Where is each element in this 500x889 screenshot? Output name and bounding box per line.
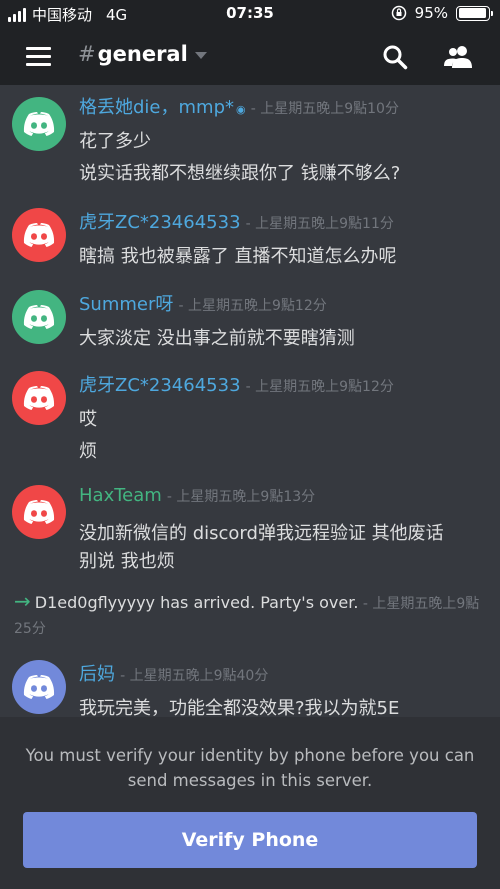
channel-name: general [97,42,188,66]
message-meta: 后妈 - 上星期五晚上9點40分 [79,664,269,685]
username[interactable]: 后妈 [79,664,115,685]
message-text: 说实话我都不想继续跟你了 钱赚不够么? [79,163,401,184]
timestamp: 上星期五晚上9點40分 [129,668,269,684]
battery-percent: 95% [414,4,448,22]
battery-fill [458,8,487,18]
username[interactable]: Summer呀 [79,294,173,315]
channel-title[interactable]: # general [78,42,207,66]
message-meta: 格丢她die，mmp* ◉ - 上星期五晚上9點10分 [79,97,399,118]
discord-logo-icon [23,112,55,136]
message-text: 别说 我也烦 [79,551,175,572]
search-icon[interactable] [382,44,408,70]
username[interactable]: 虎牙ZC*23464533 [79,212,241,233]
discord-logo-icon [23,500,55,524]
members-icon[interactable] [442,44,474,70]
discord-logo-icon [23,223,55,247]
avatar[interactable] [12,485,66,539]
orientation-lock-icon [391,5,406,21]
timestamp: 上星期五晚上9點10分 [260,101,399,117]
timestamp: 上星期五晚上9點13分 [176,489,316,505]
arrow-right-icon: → [14,589,31,613]
message-meta: Summer呀 - 上星期五晚上9點12分 [79,294,327,315]
message-text: 我玩完美，功能全都没效果?我以为就5E [79,698,400,717]
username[interactable]: HaxTeam [79,485,162,506]
avatar[interactable] [12,371,66,425]
menu-icon[interactable] [26,47,51,66]
message-meta: HaxTeam - 上星期五晚上9點13分 [79,485,316,506]
discord-logo-icon [23,675,55,699]
message-text: 烦 [79,441,97,462]
system-text: D1ed0gflyyyyy has arrived. Party's over. [34,593,359,612]
status-right: 95% [391,4,493,22]
status-bar: 中国移动 4G 07:35 95% [0,0,500,28]
verify-phone-button[interactable]: Verify Phone [23,812,477,868]
bot-badge-icon: ◉ [236,103,246,116]
timestamp: 上星期五晚上9點12分 [188,298,327,314]
chevron-down-icon [194,52,207,59]
message-text: 大家淡定 没出事之前就不要瞎猜测 [79,328,355,349]
hash-icon: # [78,42,96,66]
message-meta: 虎牙ZC*23464533 - 上星期五晚上9點11分 [79,212,394,233]
message-text: 没加新微信的 discord弹我远程验证 其他废话 [79,523,444,544]
message-text: 哎 [79,409,97,430]
username[interactable]: 虎牙ZC*23464533 [79,375,241,396]
username[interactable]: 格丢她die，mmp* [79,97,234,118]
battery-icon [456,5,493,21]
timestamp: 上星期五晚上9點12分 [255,379,394,395]
message-meta: 虎牙ZC*23464533 - 上星期五晚上9點12分 [79,375,394,396]
avatar[interactable] [12,208,66,262]
verify-notice: You must verify your identity by phone b… [25,746,475,790]
avatar[interactable] [12,660,66,714]
message-text: 花了多少 [79,131,151,152]
timestamp: 上星期五晚上9點11分 [255,216,394,232]
verify-panel: You must verify your identity by phone b… [0,717,500,889]
avatar[interactable] [12,290,66,344]
discord-logo-icon [23,386,55,410]
avatar[interactable] [12,97,66,151]
system-message: → D1ed0gflyyyyy has arrived. Party's over… [14,589,480,638]
message-list[interactable]: 格丢她die，mmp* ◉ - 上星期五晚上9點10分 花了多少 说实话我都不想继… [0,85,500,717]
message-text: 瞎搞 我也被暴露了 直播不知道怎么办呢 [79,246,397,267]
discord-logo-icon [23,305,55,329]
channel-header: # general [0,28,500,85]
